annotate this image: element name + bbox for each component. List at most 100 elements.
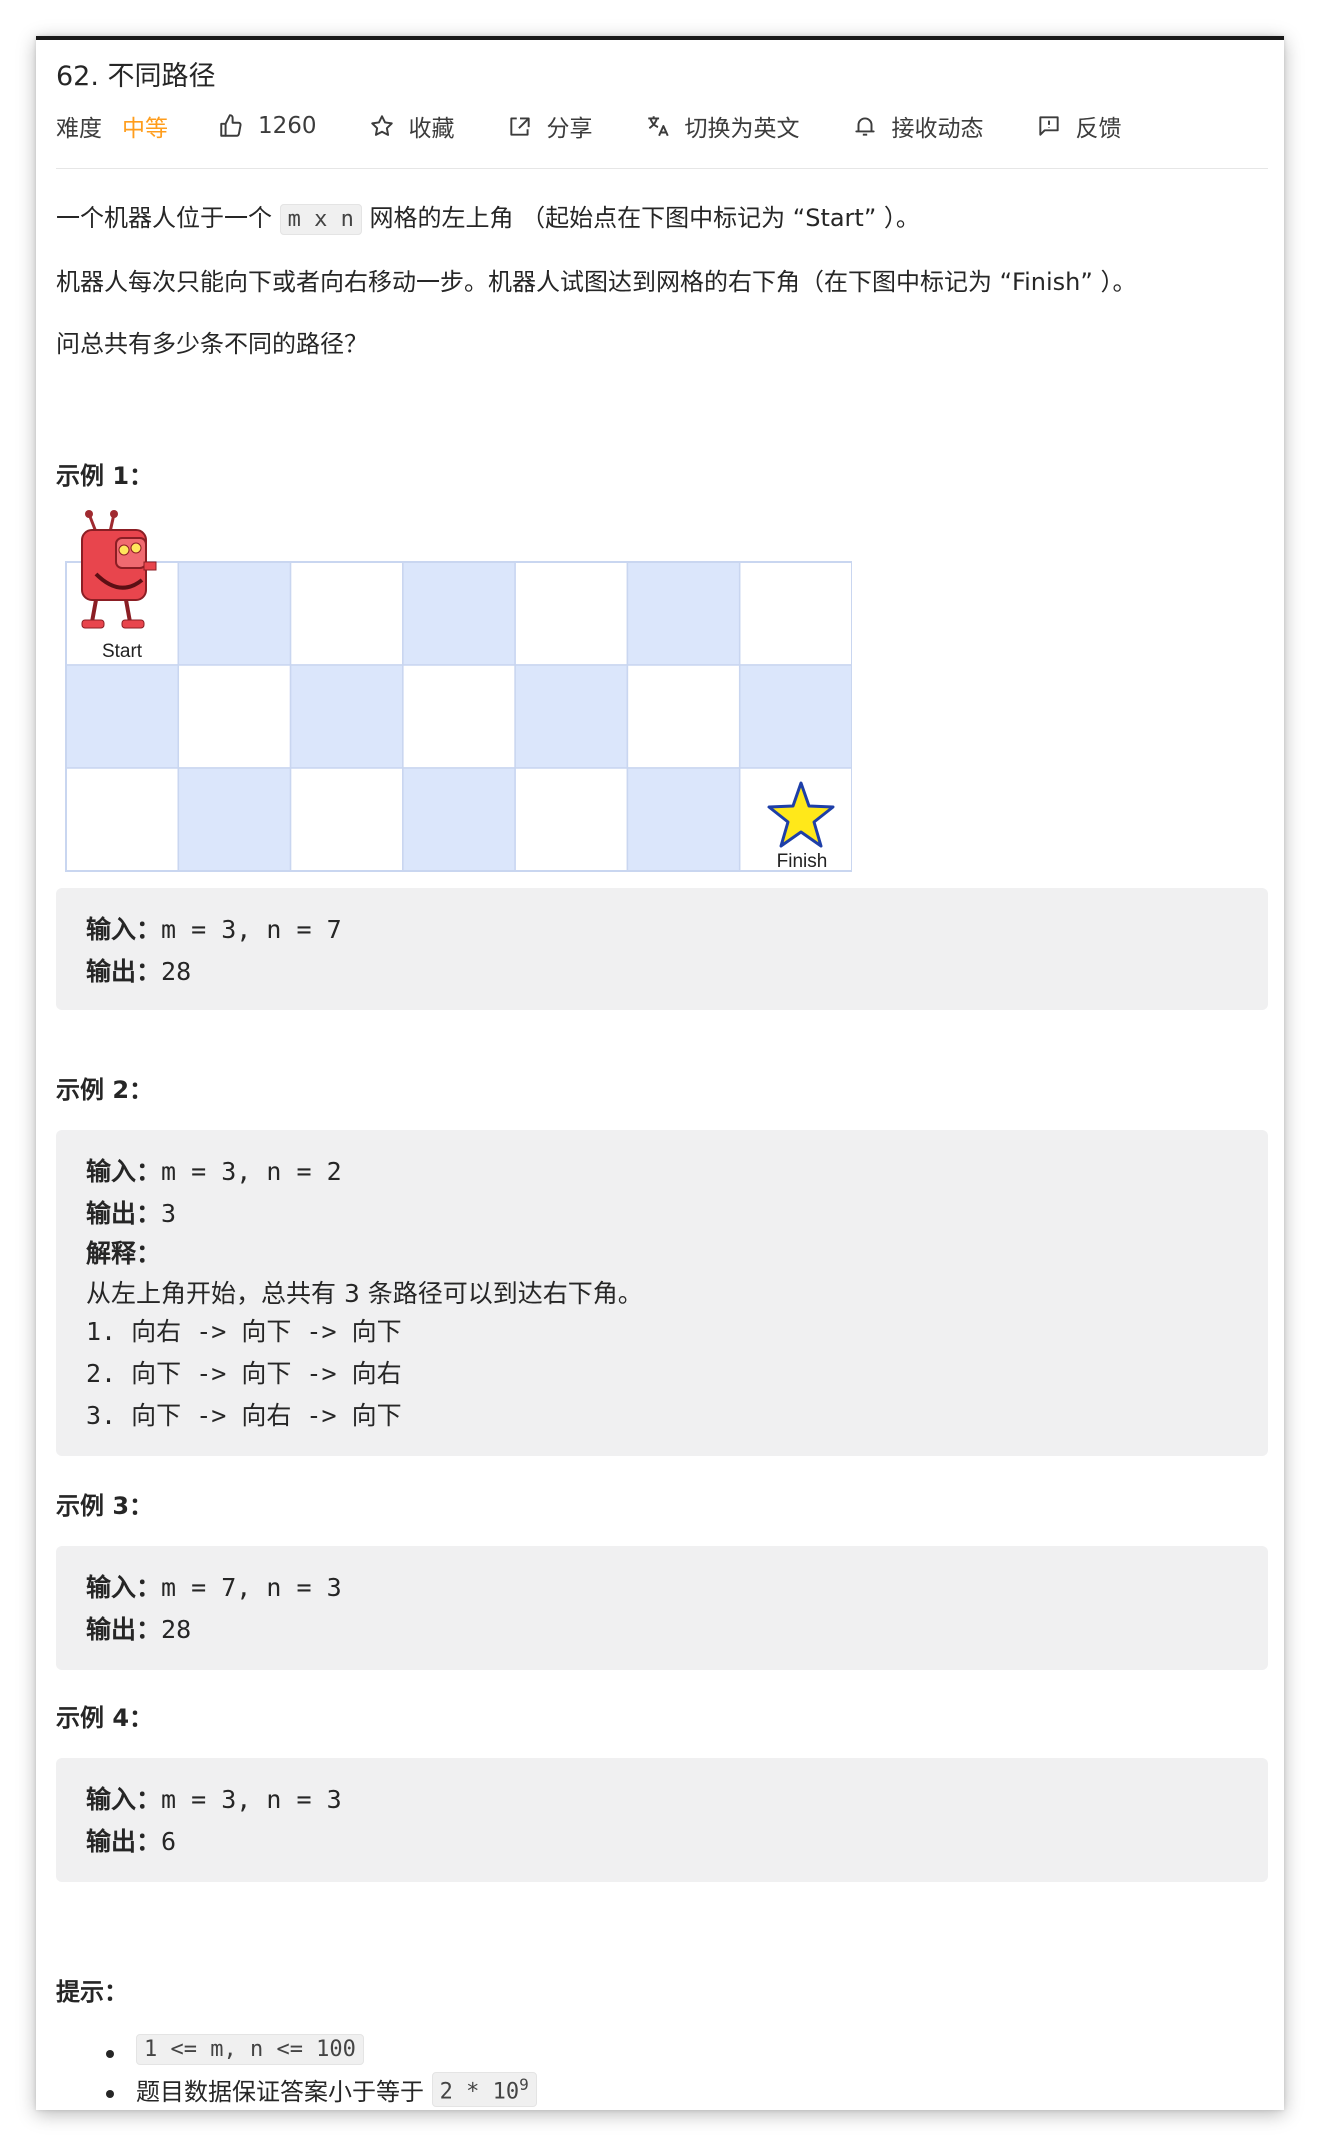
hint-item-2: 题目数据保证答案小于等于 2 * 109 bbox=[136, 2072, 537, 2108]
example-4-output-line: 输出：6 bbox=[86, 1822, 176, 1858]
problem-title: 62. 不同路径 bbox=[56, 61, 216, 92]
description-paragraph-2: 机器人每次只能向下或者向右移动一步。机器人试图达到网格的右下角（在下图中标记为 … bbox=[56, 268, 1137, 296]
input-value: m = 3, n = 7 bbox=[161, 915, 342, 944]
grid-cell bbox=[402, 767, 516, 872]
output-value: 3 bbox=[161, 1199, 177, 1228]
grid-cell bbox=[514, 664, 629, 769]
hint-text: 题目数据保证答案小于等于 bbox=[136, 2078, 424, 2107]
example-2-block: 输入：m = 3, n = 2 输出：3 解释： 从左上角开始，总共有 3 条路… bbox=[56, 1130, 1268, 1456]
output-label: 输出： bbox=[86, 1615, 162, 1644]
description-text: 一个机器人位于一个 bbox=[56, 204, 272, 232]
example-3-output-line: 输出：28 bbox=[86, 1610, 191, 1646]
translate-icon bbox=[647, 116, 669, 137]
switch-language-label: 切换为英文 bbox=[684, 116, 800, 142]
example-2-heading: 示例 2： bbox=[56, 1076, 154, 1104]
star-icon bbox=[370, 115, 393, 136]
description-paragraph-3: 问总共有多少条不同的路径？ bbox=[56, 330, 368, 358]
explain-label: 解释： bbox=[86, 1239, 162, 1268]
grid-cell bbox=[626, 767, 741, 872]
subscribe-label: 接收动态 bbox=[891, 116, 984, 142]
problem-meta-bar: 难度 中等 1260 收藏 分享 切换为英文 接收动态 反馈 bbox=[56, 106, 1174, 146]
example-2-step-2: 2. 向下 -> 向下 -> 向右 bbox=[86, 1359, 402, 1388]
grid-cell bbox=[289, 561, 404, 666]
input-value: m = 7, n = 3 bbox=[161, 1573, 342, 1602]
grid-cell bbox=[65, 664, 180, 769]
header-divider bbox=[56, 168, 1268, 169]
grid-cell bbox=[402, 664, 516, 769]
inline-code: 2 * 109 bbox=[431, 2072, 537, 2108]
input-value: m = 3, n = 2 bbox=[161, 1157, 342, 1186]
input-label: 输入： bbox=[86, 1573, 162, 1602]
subscribe-button[interactable]: 接收动态 bbox=[852, 109, 984, 143]
example-2-explain-text: 从左上角开始，总共有 3 条路径可以到达右下角。 bbox=[86, 1279, 643, 1308]
grid-cell bbox=[514, 561, 629, 666]
hint-item-1: 1 <= m, n <= 100 bbox=[136, 2034, 364, 2065]
example-1-output-line: 输出：28 bbox=[86, 952, 191, 988]
favorite-button[interactable]: 收藏 bbox=[369, 109, 455, 143]
example-1-heading: 示例 1： bbox=[56, 462, 154, 490]
input-label: 输入： bbox=[86, 1785, 162, 1814]
example-2-input-line: 输入：m = 3, n = 2 bbox=[86, 1152, 342, 1188]
share-icon bbox=[509, 117, 530, 136]
input-value: m = 3, n = 3 bbox=[161, 1785, 342, 1814]
grid-cell bbox=[177, 561, 292, 666]
grid-cell bbox=[289, 767, 404, 872]
example-4-block: 输入：m = 3, n = 3 输出：6 bbox=[56, 1758, 1268, 1882]
finish-label: Finish bbox=[777, 851, 828, 872]
grid-cell bbox=[65, 767, 180, 872]
grid-cell bbox=[514, 767, 629, 872]
grid-cell bbox=[626, 664, 741, 769]
example-4-input-line: 输入：m = 3, n = 3 bbox=[86, 1780, 342, 1816]
feedback-icon bbox=[1038, 116, 1059, 136]
bullet-dot bbox=[106, 2050, 114, 2058]
problem-card: 62. 不同路径 难度 中等 1260 收藏 分享 切换为英文 接收动态 反馈 … bbox=[36, 36, 1284, 2110]
inline-code: 1 <= m, n <= 100 bbox=[136, 2034, 364, 2065]
like-button[interactable]: 1260 bbox=[218, 113, 317, 139]
feedback-button[interactable]: 反馈 bbox=[1036, 109, 1122, 143]
difficulty-label: 难度 bbox=[56, 116, 102, 142]
hints-heading: 提示： bbox=[56, 1978, 128, 2006]
description-text: 网格的左上角 （起始点在下图中标记为 “Start” ）。 bbox=[369, 204, 920, 232]
grid-cell bbox=[177, 767, 292, 872]
example-1-input-line: 输入：m = 3, n = 7 bbox=[86, 910, 342, 946]
example-3-input-line: 输入：m = 7, n = 3 bbox=[86, 1568, 342, 1604]
grid-cell bbox=[738, 561, 852, 666]
bullet-dot bbox=[106, 2090, 114, 2098]
grid-cell bbox=[289, 664, 404, 769]
grid-cell bbox=[402, 561, 516, 666]
thumbs-up-icon bbox=[220, 114, 242, 137]
difficulty-value: 中等 bbox=[122, 116, 168, 142]
share-label: 分享 bbox=[546, 116, 593, 142]
example-3-block: 输入：m = 7, n = 3 输出：28 bbox=[56, 1546, 1268, 1670]
code-exponent: 9 bbox=[519, 2075, 529, 2094]
example-4-heading: 示例 4： bbox=[56, 1704, 154, 1732]
feedback-label: 反馈 bbox=[1075, 116, 1122, 142]
grid-cell bbox=[177, 664, 292, 769]
output-value: 28 bbox=[161, 1615, 192, 1644]
example-2-step-1: 1. 向右 -> 向下 -> 向下 bbox=[86, 1317, 402, 1346]
code-base: 2 * 10 bbox=[439, 2079, 520, 2105]
example-2-step-3: 3. 向下 -> 向右 -> 向下 bbox=[86, 1401, 402, 1430]
output-value: 6 bbox=[161, 1827, 177, 1856]
bell-icon bbox=[854, 117, 875, 136]
share-button[interactable]: 分享 bbox=[507, 109, 593, 143]
example-2-output-line: 输出：3 bbox=[86, 1194, 176, 1230]
output-label: 输出： bbox=[86, 957, 162, 986]
inline-code: m x n bbox=[279, 204, 362, 235]
output-label: 输出： bbox=[86, 1199, 162, 1228]
example-1-block: 输入：m = 3, n = 7 输出：28 bbox=[56, 888, 1268, 1010]
input-label: 输入： bbox=[86, 915, 162, 944]
start-label: Start bbox=[102, 641, 143, 662]
favorite-label: 收藏 bbox=[408, 116, 455, 142]
output-label: 输出： bbox=[86, 1827, 162, 1856]
description-paragraph-1: 一个机器人位于一个 m x n 网格的左上角 （起始点在下图中标记为 “Star… bbox=[56, 198, 920, 235]
robot-grid-figure: Start Finish bbox=[65, 510, 852, 872]
grid-cell bbox=[626, 561, 741, 666]
like-count: 1260 bbox=[258, 113, 317, 139]
input-label: 输入： bbox=[86, 1157, 162, 1186]
example-2-explain-label: 解释： bbox=[86, 1234, 161, 1270]
output-value: 28 bbox=[161, 957, 192, 986]
switch-language-button[interactable]: 切换为英文 bbox=[645, 109, 800, 143]
grid-cells bbox=[65, 561, 852, 872]
example-3-heading: 示例 3： bbox=[56, 1492, 154, 1520]
